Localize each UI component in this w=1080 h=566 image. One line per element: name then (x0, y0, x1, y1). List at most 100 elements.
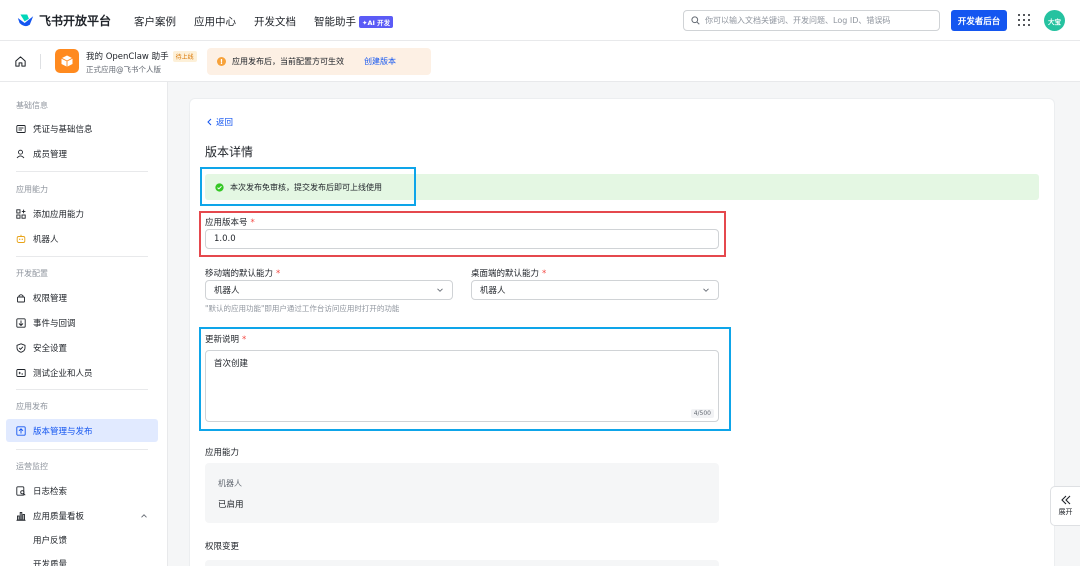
expand-label: 展开 (1058, 508, 1073, 516)
id-card-icon (16, 124, 26, 133)
back-link[interactable]: 返回 (206, 116, 233, 128)
chevron-up-icon[interactable] (140, 512, 148, 520)
capability-box: 机器人 已启用 (205, 463, 719, 523)
add-grid-icon (16, 208, 26, 219)
check-circle-icon (215, 182, 224, 192)
developer-console-button[interactable]: 开发者后台 (951, 10, 1007, 31)
sidebar-item-label: 开发质量 (33, 559, 68, 566)
sidebar-item-label: 应用质量看板 (33, 511, 85, 522)
chevron-down-icon (437, 288, 443, 292)
required-marker: * (242, 335, 247, 345)
mobile-default-label: 移动端的默认能力 * (205, 267, 280, 279)
nav-dev-docs[interactable]: 开发文档 (254, 14, 296, 29)
expand-panel-button[interactable]: 展开 (1050, 486, 1080, 526)
sidebar-divider (16, 256, 148, 257)
sidebar-group-capabilities: 应用能力 (16, 185, 48, 194)
sidebar-item-label: 权限管理 (33, 293, 68, 304)
divider (40, 54, 41, 69)
sidebar-item-version-release[interactable]: 版本管理与发布 (6, 419, 158, 442)
sidebar-divider (16, 389, 148, 390)
sidebar: 基础信息 凭证与基础信息 成员管理 应用能力 添加应用能力 机器人 开发配置 权… (0, 82, 168, 566)
success-banner: 本次发布免审核，提交发布后即可上线使用 (205, 174, 1039, 200)
default-capability-hint: "默认的应用功能"即用户通过工作台访问应用时打开的功能 (205, 304, 400, 313)
top-nav-links: 客户案例 应用中心 开发文档 智能助手 ✦AI 开发 (134, 14, 394, 29)
user-avatar[interactable]: 大宝 (1044, 10, 1065, 31)
ai-dev-badge: ✦AI 开发 (359, 15, 394, 28)
home-icon[interactable] (14, 55, 27, 68)
release-notes-textarea[interactable]: 首次创建 4/500 (205, 350, 719, 422)
nav-ai-assistant-label: 智能助手 (314, 16, 356, 28)
mobile-default-select[interactable]: 机器人 (205, 280, 453, 300)
sidebar-item-events[interactable]: 事件与回调 (6, 311, 158, 334)
search-input[interactable] (705, 16, 935, 25)
version-label-text: 应用版本号 (205, 218, 248, 228)
page-title: 版本详情 (205, 145, 254, 159)
nav-ai-assistant[interactable]: 智能助手 ✦AI 开发 (314, 14, 394, 29)
sidebar-item-user-feedback[interactable]: 用户反馈 (6, 528, 158, 551)
sidebar-item-test-tenants[interactable]: 测试企业和人员 (6, 361, 158, 384)
mobile-default-label-text: 移动端的默认能力 (205, 269, 274, 279)
top-navbar: 飞书开放平台 客户案例 应用中心 开发文档 智能助手 ✦AI 开发 开发者后台 … (0, 0, 1080, 41)
sidebar-item-label: 测试企业和人员 (33, 368, 93, 379)
capability-status: 已启用 (218, 500, 244, 510)
log-search-icon (16, 485, 26, 496)
mobile-default-value: 机器人 (214, 286, 240, 296)
lock-icon (17, 293, 25, 302)
sidebar-group-monitoring: 运营监控 (16, 462, 48, 471)
sidebar-item-quality-dashboard[interactable]: 应用质量看板 (6, 504, 158, 527)
app-name: 我的 OpenClaw 助手 (86, 52, 169, 62)
sidebar-item-label: 机器人 (33, 234, 59, 245)
sidebar-divider (16, 449, 148, 450)
upload-icon (16, 425, 26, 436)
double-chevron-left-icon (1060, 495, 1070, 505)
nav-customer-cases[interactable]: 客户案例 (134, 14, 176, 29)
capability-section-title: 应用能力 (205, 448, 240, 458)
feishu-logo-icon (17, 14, 34, 27)
required-marker: * (250, 218, 255, 228)
required-marker: * (276, 269, 281, 279)
permission-box (205, 560, 719, 566)
status-badge: 待上线 (172, 50, 197, 62)
search-icon (691, 16, 700, 25)
sidebar-item-label: 成员管理 (33, 149, 68, 160)
user-icon (16, 149, 25, 158)
sidebar-item-members[interactable]: 成员管理 (6, 142, 158, 165)
version-input[interactable]: 1.0.0 (205, 229, 719, 249)
sidebar-item-label: 事件与回调 (33, 318, 76, 329)
create-version-link[interactable]: 创建版本 (364, 56, 396, 67)
app-subtitle: 正式应用@飞书个人版 (86, 65, 161, 74)
event-icon (16, 317, 26, 328)
sidebar-item-label: 日志检索 (33, 486, 68, 497)
release-notes-label-text: 更新说明 (205, 335, 240, 345)
release-notes-value: 首次创建 (214, 359, 249, 369)
app-name-row: 我的 OpenClaw 助手 待上线 (86, 50, 197, 62)
app-icon (55, 49, 79, 73)
box-icon (61, 55, 73, 67)
sidebar-group-basic: 基础信息 (16, 101, 48, 110)
required-marker: * (542, 269, 547, 279)
notice-text: 应用发布后，当前配置方可生效 (232, 57, 344, 66)
sidebar-item-label: 凭证与基础信息 (33, 124, 93, 135)
sidebar-item-log-search[interactable]: 日志检索 (6, 479, 158, 502)
sidebar-group-release: 应用发布 (16, 402, 48, 411)
desktop-default-label: 桌面端的默认能力 * (471, 267, 546, 279)
nav-app-center[interactable]: 应用中心 (194, 14, 236, 29)
sidebar-item-bot[interactable]: 机器人 (6, 227, 158, 250)
success-text: 本次发布免审核，提交发布后即可上线使用 (230, 182, 382, 192)
search-box[interactable] (683, 10, 940, 31)
brand[interactable]: 飞书开放平台 (17, 12, 111, 29)
back-label: 返回 (216, 118, 234, 128)
app-grid-icon[interactable] (1018, 14, 1030, 26)
sidebar-item-add-capability[interactable]: 添加应用能力 (6, 202, 158, 225)
chevron-left-icon (207, 118, 212, 126)
sidebar-item-dev-quality[interactable]: 开发质量 (6, 552, 158, 566)
desktop-default-label-text: 桌面端的默认能力 (471, 269, 540, 279)
sidebar-item-label: 安全设置 (33, 343, 68, 354)
sidebar-item-permissions[interactable]: 权限管理 (6, 286, 158, 309)
sidebar-item-credentials[interactable]: 凭证与基础信息 (6, 117, 158, 140)
desktop-default-select[interactable]: 机器人 (471, 280, 719, 300)
sidebar-item-label: 添加应用能力 (33, 209, 85, 220)
chevron-down-icon (703, 288, 709, 292)
warning-icon: ! (217, 57, 226, 66)
sidebar-item-security[interactable]: 安全设置 (6, 336, 158, 359)
